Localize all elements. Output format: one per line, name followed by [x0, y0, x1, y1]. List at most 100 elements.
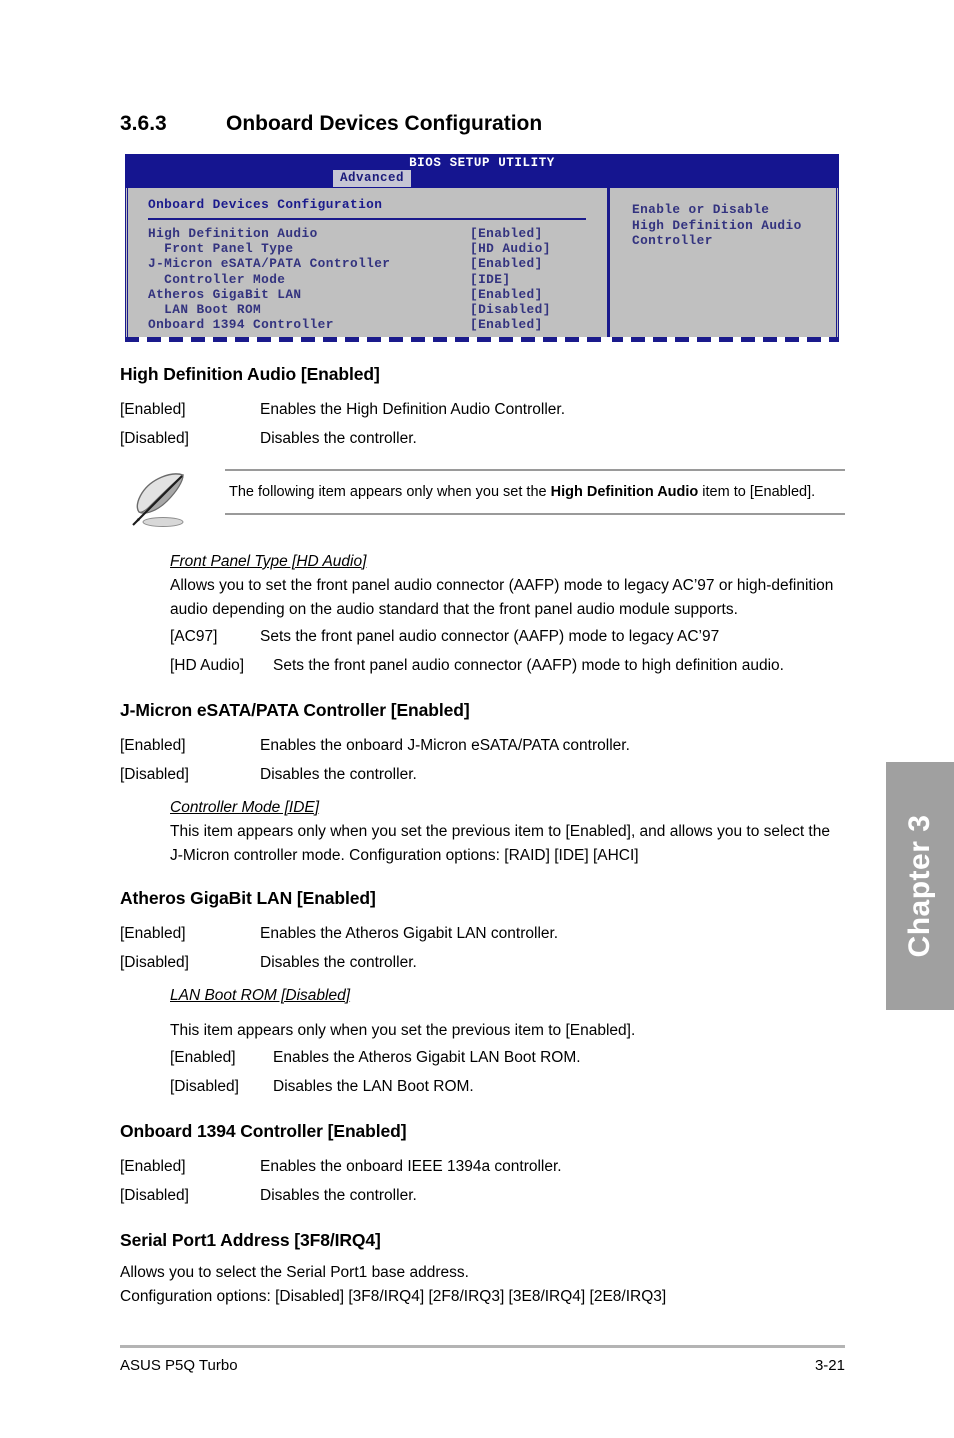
bios-setting-value: [Enabled]	[470, 256, 543, 272]
note-text-bold: High Definition Audio	[550, 484, 699, 500]
definition-desc: Disables the LAN Boot ROM.	[273, 1078, 474, 1095]
document-page: Chapter 3 3.6.3 Onboard Devices Configur…	[0, 0, 954, 1438]
bios-setting-value: [HD Audio]	[470, 241, 551, 257]
definition-desc: Enables the onboard IEEE 1394a controlle…	[260, 1158, 562, 1175]
footer-page-number: 3-21	[814, 1357, 845, 1374]
definition-term: [AC97]	[170, 628, 218, 645]
bios-help-text: Enable or Disable High Definition Audio …	[632, 202, 802, 248]
definition-desc: Disables the controller.	[260, 766, 417, 783]
note-text-after: item to [Enabled].	[698, 484, 816, 500]
bios-setting-row[interactable]: Atheros GigaBit LAN [Enabled]	[148, 287, 607, 302]
bios-panel-heading: Onboard Devices Configuration	[148, 197, 383, 212]
definition-term: [Disabled]	[120, 954, 189, 971]
bios-setting-value: [Disabled]	[470, 302, 551, 318]
definition-row: [Enabled] Enables the onboard IEEE 1394a…	[120, 1152, 845, 1181]
definition-row: [Disabled] Disables the controller.	[120, 760, 845, 789]
page-footer: ASUS P5Q Turbo 3-21	[120, 1345, 845, 1374]
bios-setting-label: LAN Boot ROM	[148, 302, 262, 318]
footer-line: ASUS P5Q Turbo 3-21	[120, 1357, 845, 1374]
definition-desc: Disables the controller.	[260, 1187, 417, 1204]
bios-setting-value: [Enabled]	[470, 317, 543, 333]
definition-desc: Sets the front panel audio connector (AA…	[273, 657, 784, 674]
bios-setting-row[interactable]: LAN Boot ROM [Disabled]	[148, 302, 607, 317]
note-body: The following item appears only when you…	[225, 469, 845, 515]
section-number: 3.6.3	[120, 112, 167, 135]
subsection-front-panel-type: Front Panel Type [HD Audio] Allows you t…	[170, 553, 845, 680]
page-content: 3.6.3 Onboard Devices Configuration BIOS…	[120, 112, 845, 1309]
bios-setting-row[interactable]: Controller Mode [IDE]	[148, 272, 607, 287]
definition-row: [Disabled] Disables the controller.	[120, 948, 845, 977]
subsection-controller-mode: Controller Mode [IDE] This item appears …	[170, 799, 845, 868]
definition-desc: Enables the onboard J-Micron eSATA/PATA …	[260, 737, 630, 754]
section-title: Onboard Devices Configuration	[226, 112, 543, 135]
subsection-title: LAN Boot ROM [Disabled]	[170, 987, 351, 1004]
definition-term: [Enabled]	[120, 1158, 186, 1175]
item-heading-serial-port1-address: Serial Port1 Address [3F8/IRQ4]	[120, 1230, 381, 1250]
bios-setting-row[interactable]: High Definition Audio [Enabled]	[148, 226, 607, 241]
definition-row: [Enabled] Enables the Atheros Gigabit LA…	[120, 919, 845, 948]
definition-term: [Disabled]	[170, 1078, 239, 1095]
bios-setting-label: Front Panel Type	[148, 241, 294, 257]
bios-setting-value: [Enabled]	[470, 286, 543, 302]
bios-dashed-gap	[606, 337, 612, 342]
subsection-title: Front Panel Type [HD Audio]	[170, 553, 367, 570]
note-text-before: The following item appears only when you…	[229, 484, 551, 500]
bios-settings-panel: Onboard Devices Configuration High Defin…	[125, 188, 609, 342]
subsection-title: Controller Mode [IDE]	[170, 799, 320, 816]
bios-setting-label: J-Micron eSATA/PATA Controller	[148, 256, 391, 272]
bios-tab-advanced[interactable]: Advanced	[333, 170, 412, 187]
definition-row: [Disabled] Disables the controller.	[120, 1181, 845, 1210]
definition-desc: Enables the Atheros Gigabit LAN controll…	[260, 925, 559, 942]
definition-row: [AC97] Sets the front panel audio connec…	[170, 622, 845, 651]
section-heading: 3.6.3 Onboard Devices Configuration	[120, 112, 845, 136]
definition-row: [Enabled] Enables the High Definition Au…	[120, 395, 845, 424]
footer-product-name: ASUS P5Q Turbo	[120, 1357, 238, 1374]
note-callout: The following item appears only when you…	[120, 469, 845, 531]
bios-setting-value: [Enabled]	[470, 226, 543, 241]
definition-term: [Enabled]	[120, 401, 186, 418]
bios-setting-label: Onboard 1394 Controller	[148, 317, 334, 333]
bios-setup-screenshot: BIOS SETUP UTILITY Advanced Onboard Devi…	[125, 154, 839, 342]
item-heading-high-definition-audio: High Definition Audio [Enabled]	[120, 364, 380, 384]
chapter-tab-label: Chapter 3	[903, 814, 936, 958]
definition-row: [Enabled] Enables the Atheros Gigabit LA…	[170, 1043, 845, 1072]
definition-term: [Enabled]	[120, 925, 186, 942]
definition-term: [Disabled]	[120, 766, 189, 783]
definition-row: [Enabled] Enables the onboard J-Micron e…	[120, 731, 845, 760]
subsection-paragraph: Allows you to set the front panel audio …	[170, 577, 834, 618]
subsection-lan-boot-rom: LAN Boot ROM [Disabled] This item appear…	[170, 987, 845, 1101]
serial-port-paragraph-2: Configuration options: [Disabled] [3F8/I…	[120, 1288, 667, 1305]
item-heading-onboard-1394-controller: Onboard 1394 Controller [Enabled]	[120, 1121, 407, 1141]
definition-row: [Disabled] Disables the controller.	[120, 424, 845, 453]
definition-term: [HD Audio]	[170, 657, 245, 674]
definition-row: [Disabled] Disables the LAN Boot ROM.	[170, 1072, 845, 1101]
definition-desc: Disables the controller.	[260, 954, 417, 971]
definition-desc: Enables the Atheros Gigabit LAN Boot ROM…	[273, 1049, 581, 1066]
bios-setting-row[interactable]: J-Micron eSATA/PATA Controller [Enabled]	[148, 256, 607, 271]
definition-term: [Enabled]	[170, 1049, 236, 1066]
bios-truncation-dashed-edge	[125, 337, 839, 342]
definition-term: [Disabled]	[120, 1187, 189, 1204]
item-heading-atheros-gigabit-lan: Atheros GigaBit LAN [Enabled]	[120, 888, 376, 908]
serial-port-paragraph-1: Allows you to select the Serial Port1 ba…	[120, 1264, 469, 1281]
note-text: The following item appears only when you…	[229, 482, 845, 502]
bios-setting-row[interactable]: Onboard 1394 Controller [Enabled]	[148, 317, 607, 332]
subsection-paragraph: This item appears only when you set the …	[170, 1022, 636, 1039]
definition-term: [Disabled]	[120, 430, 189, 447]
bios-setting-label: Atheros GigaBit LAN	[148, 286, 302, 302]
footer-divider	[120, 1345, 845, 1348]
bios-title: BIOS SETUP UTILITY	[409, 156, 555, 170]
bios-heading-rule	[148, 218, 586, 220]
item-heading-jmicron-controller: J-Micron eSATA/PATA Controller [Enabled]	[120, 700, 470, 720]
bios-help-panel: Enable or Disable High Definition Audio …	[609, 188, 839, 342]
definition-term: [Enabled]	[120, 737, 186, 754]
definition-desc: Sets the front panel audio connector (AA…	[260, 628, 720, 645]
chapter-side-tab: Chapter 3	[886, 762, 954, 1010]
bios-setting-label: Controller Mode	[148, 271, 286, 287]
bios-titlebar: BIOS SETUP UTILITY Advanced	[125, 154, 839, 188]
definition-desc: Enables the High Definition Audio Contro…	[260, 401, 566, 418]
definition-row: [HD Audio] Sets the front panel audio co…	[170, 651, 845, 680]
bios-setting-label: High Definition Audio	[148, 226, 318, 241]
definition-desc: Disables the controller.	[260, 430, 417, 447]
bios-setting-row[interactable]: Front Panel Type [HD Audio]	[148, 241, 607, 256]
